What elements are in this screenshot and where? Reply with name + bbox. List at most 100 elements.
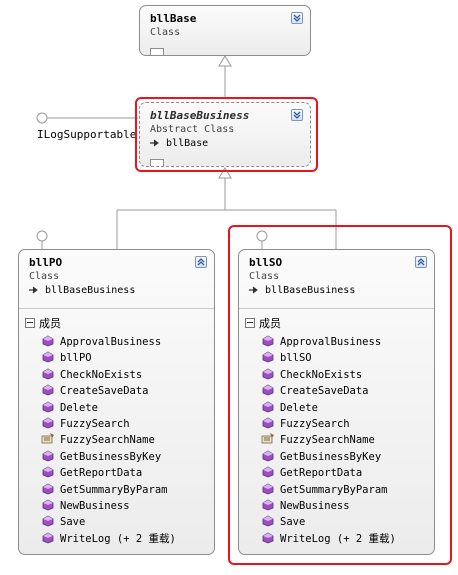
member-name: GetReportData bbox=[60, 467, 143, 480]
class-type: Class bbox=[249, 271, 280, 282]
class-name: bllPO bbox=[29, 256, 63, 269]
collapse-icon[interactable] bbox=[415, 256, 427, 268]
method-icon bbox=[42, 532, 54, 544]
member-name: Save bbox=[280, 516, 306, 529]
compartment-toggle-icon[interactable] bbox=[150, 40, 196, 55]
inherit-arrow-icon bbox=[249, 286, 258, 294]
member-item[interactable]: GetReportData bbox=[261, 465, 396, 481]
member-name: CheckNoExists bbox=[280, 368, 363, 381]
method-icon bbox=[262, 368, 274, 380]
method-icon bbox=[42, 466, 54, 478]
class-type: Class bbox=[29, 271, 60, 282]
inheritance-line: bllBaseBusiness bbox=[249, 284, 355, 298]
interface-lollipop bbox=[36, 112, 48, 124]
member-list: ApprovalBusiness bllSO CheckNoExists Create… bbox=[261, 334, 396, 547]
member-name: FuzzySearchName bbox=[60, 434, 155, 447]
method-icon bbox=[262, 351, 274, 363]
member-name: GetBusinessByKey bbox=[280, 450, 382, 463]
inheritance-line: bllBase bbox=[150, 137, 249, 151]
method-icon bbox=[42, 351, 54, 363]
base-class-name: bllBaseBusiness bbox=[45, 285, 136, 296]
member-name: ApprovalBusiness bbox=[60, 336, 162, 348]
method-icon bbox=[262, 515, 274, 527]
member-name: GetSummaryByParam bbox=[280, 483, 388, 496]
collapse-icon[interactable] bbox=[195, 256, 207, 268]
class-box-bllpo[interactable]: bllPO Class bllBaseBusiness 成员 ApprovalB… bbox=[18, 249, 215, 555]
member-item[interactable]: WriteLog (+ 2 重载) bbox=[261, 531, 396, 547]
property-icon bbox=[261, 433, 274, 444]
interface-label: ILogSupportable bbox=[37, 128, 137, 141]
member-item[interactable]: CreateSaveData bbox=[261, 383, 396, 399]
method-icon bbox=[42, 515, 54, 527]
member-name: CheckNoExists bbox=[60, 368, 143, 381]
member-item[interactable]: Save bbox=[41, 514, 176, 530]
member-name: FuzzySearchName bbox=[280, 434, 375, 447]
collapse-section-icon[interactable] bbox=[245, 318, 255, 328]
member-item[interactable]: CreateSaveData bbox=[41, 383, 176, 399]
expand-icon[interactable] bbox=[291, 12, 303, 24]
member-item[interactable]: GetSummaryByParam bbox=[261, 482, 396, 498]
method-icon bbox=[42, 450, 54, 462]
member-item[interactable]: Delete bbox=[261, 400, 396, 416]
class-name: bllSO bbox=[249, 256, 283, 269]
method-icon bbox=[42, 417, 54, 429]
members-section-header[interactable]: 成员 bbox=[25, 317, 61, 331]
method-icon bbox=[42, 499, 54, 511]
member-item[interactable]: FuzzySearchName bbox=[261, 432, 396, 448]
class-type: Abstract Class bbox=[150, 124, 235, 135]
class-name: bllBase bbox=[150, 12, 197, 25]
member-item[interactable]: Delete bbox=[41, 400, 176, 416]
member-name: GetSummaryByParam bbox=[60, 483, 168, 496]
method-icon bbox=[262, 335, 274, 347]
member-item[interactable]: GetReportData bbox=[41, 465, 176, 481]
class-type: Class bbox=[150, 27, 181, 38]
method-icon bbox=[262, 450, 274, 462]
class-box-bllso[interactable]: bllSO Class bllBaseBusiness 成员 ApprovalB… bbox=[238, 249, 435, 555]
method-icon bbox=[262, 466, 274, 478]
member-item[interactable]: GetSummaryByParam bbox=[41, 482, 176, 498]
member-name: GetReportData bbox=[280, 467, 363, 480]
member-item[interactable]: Save bbox=[261, 514, 396, 530]
member-item[interactable]: ApprovalBusiness bbox=[261, 334, 396, 350]
member-name: Delete bbox=[280, 401, 318, 414]
method-icon bbox=[262, 483, 274, 494]
member-name: Save bbox=[60, 516, 86, 529]
method-icon bbox=[42, 335, 54, 347]
method-icon bbox=[262, 532, 274, 544]
base-class-name: bllBase bbox=[166, 138, 209, 149]
member-item[interactable]: NewBusiness bbox=[261, 498, 396, 514]
compartment-toggle-icon[interactable] bbox=[150, 151, 249, 166]
inherit-arrow-icon bbox=[29, 286, 38, 294]
member-item[interactable]: CheckNoExists bbox=[261, 367, 396, 383]
member-item[interactable]: bllPO bbox=[41, 350, 176, 366]
member-item[interactable]: GetBusinessByKey bbox=[261, 449, 396, 465]
member-item[interactable]: ApprovalBusiness bbox=[41, 334, 176, 350]
member-name: bllPO bbox=[60, 352, 92, 365]
inheritance-line: bllBaseBusiness bbox=[29, 284, 135, 298]
member-item[interactable]: bllSO bbox=[261, 350, 396, 366]
member-item[interactable]: FuzzySearch bbox=[41, 416, 176, 432]
class-box-bllbasebusiness[interactable]: bllBaseBusiness Abstract Class bllBase bbox=[139, 102, 311, 167]
member-name: NewBusiness bbox=[60, 499, 130, 512]
base-class-name: bllBaseBusiness bbox=[265, 285, 356, 296]
inherit-arrow-icon bbox=[150, 139, 159, 147]
expand-icon[interactable] bbox=[291, 109, 303, 121]
member-item[interactable]: NewBusiness bbox=[41, 498, 176, 514]
member-item[interactable]: CheckNoExists bbox=[41, 367, 176, 383]
method-icon bbox=[42, 401, 54, 412]
members-section-header[interactable]: 成员 bbox=[245, 317, 281, 331]
method-icon bbox=[262, 384, 274, 396]
class-box-bllbase[interactable]: bllBase Class bbox=[139, 5, 311, 56]
member-item[interactable]: GetBusinessByKey bbox=[41, 449, 176, 465]
member-name: WriteLog (+ 2 重载) bbox=[60, 532, 176, 545]
property-icon bbox=[41, 433, 54, 444]
generalization-arrow-base bbox=[218, 55, 232, 67]
member-item[interactable]: WriteLog (+ 2 重载) bbox=[41, 531, 176, 547]
member-name: NewBusiness bbox=[280, 499, 350, 512]
member-name: CreateSaveData bbox=[280, 385, 369, 398]
collapse-section-icon[interactable] bbox=[25, 318, 35, 328]
member-name: WriteLog (+ 2 重载) bbox=[280, 532, 396, 545]
member-item[interactable]: FuzzySearch bbox=[261, 416, 396, 432]
member-item[interactable]: FuzzySearchName bbox=[41, 432, 176, 448]
method-icon bbox=[42, 368, 54, 380]
